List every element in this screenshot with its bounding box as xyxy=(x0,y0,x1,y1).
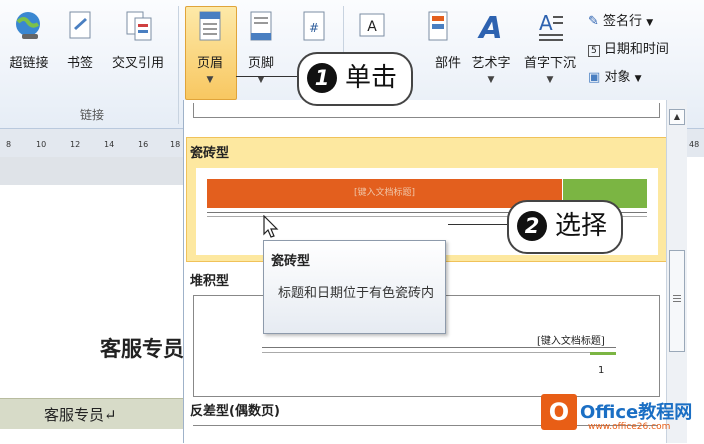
drop-cap-label: 首字下沉 xyxy=(523,56,576,71)
callout-step-1: 1 单击 xyxy=(297,52,414,106)
group-separator xyxy=(178,6,179,124)
ruler-tick: 10 xyxy=(36,140,47,149)
header-button[interactable]: 页眉 ▼ xyxy=(185,10,235,85)
stacked-rule xyxy=(262,347,616,348)
object-label: 对象 xyxy=(604,70,631,85)
text-box-icon: A xyxy=(359,13,385,37)
quick-parts-label: 部件 xyxy=(434,56,461,71)
page-number-button[interactable]: # xyxy=(298,10,330,46)
group-label-links: 链接 xyxy=(79,108,104,122)
ruler-tick: 16 xyxy=(138,140,149,149)
bookmark-label: 书签 xyxy=(66,56,93,71)
globe-link-icon xyxy=(16,12,40,39)
calendar-icon: 5 xyxy=(588,45,600,57)
hyperlink-label: 超链接 xyxy=(9,56,49,71)
document-heading: 客服专员 xyxy=(100,336,184,361)
wordart-icon: A xyxy=(477,11,502,46)
callout-leader xyxy=(448,224,508,225)
date-time-label: 日期和时间 xyxy=(603,42,669,57)
drop-cap-icon: A xyxy=(539,11,563,41)
tooltip-description: 标题和日期位于有色瓷砖内 xyxy=(278,286,435,301)
svg-text:A: A xyxy=(477,11,502,42)
chevron-down-icon: ▼ xyxy=(634,74,642,84)
svg-text:#: # xyxy=(309,21,319,35)
quick-parts-icon xyxy=(428,11,448,41)
gallery-section-contrast: 反差型(偶数页) xyxy=(190,404,280,419)
chevron-down-icon: ▼ xyxy=(487,75,495,85)
document-margin xyxy=(0,157,186,185)
step-number: 1 xyxy=(307,62,337,93)
chevron-down-icon: ▼ xyxy=(206,75,214,85)
svg-text:A: A xyxy=(539,11,553,35)
ruler-tick: 18 xyxy=(170,140,181,149)
page-number-icon: # xyxy=(303,11,325,41)
stacked-accent xyxy=(590,352,616,355)
scroll-thumb[interactable] xyxy=(669,250,685,352)
tile-title-bar: [键入文档标题] xyxy=(207,179,562,208)
tooltip-title: 瓷砖型 xyxy=(271,254,311,269)
cross-reference-button[interactable]: 交叉引用 xyxy=(106,10,170,71)
ruler-tick: 14 xyxy=(104,140,115,149)
watermark-url: www.office26.com xyxy=(588,422,671,432)
callout-step-2: 2 选择 xyxy=(507,200,624,254)
svg-text:A: A xyxy=(367,19,377,35)
horizontal-ruler: 8 10 12 14 16 18 xyxy=(0,129,186,158)
step-text: 单击 xyxy=(345,62,398,93)
stacked-title-placeholder: [键入文档标题] xyxy=(537,336,605,347)
watermark-brand: Office教程网 xyxy=(580,402,693,423)
previous-gallery-item[interactable] xyxy=(193,103,660,118)
wordart-label: 艺术字 xyxy=(471,56,511,71)
mouse-cursor-icon xyxy=(263,215,279,238)
gallery-section-stacked: 堆积型 xyxy=(190,274,230,289)
ruler-tick: 12 xyxy=(70,140,81,149)
object-button[interactable]: ▣ 对象 ▼ xyxy=(588,66,642,85)
object-icon: ▣ xyxy=(588,70,601,85)
ruler-tick: 48 xyxy=(689,140,700,149)
stacked-rule xyxy=(262,352,616,353)
chevron-down-icon: ▼ xyxy=(546,75,554,85)
wordart-button[interactable]: A 艺术字 ▼ xyxy=(466,10,516,85)
footer-label: 页脚 xyxy=(247,56,274,71)
bookmark-button[interactable]: 书签 xyxy=(62,10,98,71)
step-text: 选择 xyxy=(555,210,608,241)
step-number: 2 xyxy=(517,210,547,241)
quick-parts-button[interactable]: 部件 xyxy=(412,10,464,71)
horizontal-ruler-right: 48 xyxy=(686,129,704,157)
signature-line-label: 签名行 xyxy=(603,14,643,29)
text-box-button[interactable]: A xyxy=(352,10,392,46)
cross-reference-label: 交叉引用 xyxy=(111,56,164,71)
gallery-section-tile: 瓷砖型 xyxy=(190,146,230,161)
date-time-button[interactable]: 5 日期和时间 xyxy=(588,38,669,57)
scroll-up-arrow[interactable]: ▲ xyxy=(669,109,685,125)
header-label: 页眉 xyxy=(196,56,223,71)
document-footer-text: 客服专员↵ xyxy=(44,406,117,424)
signature-icon: ✎ xyxy=(588,14,599,29)
signature-line-button[interactable]: ✎ 签名行 ▼ xyxy=(588,10,653,29)
chevron-down-icon: ▼ xyxy=(646,18,654,28)
stacked-page-number: 1 xyxy=(598,365,605,376)
office-logo-icon: O xyxy=(541,394,577,430)
header-icon xyxy=(199,11,221,41)
cross-reference-icon xyxy=(126,11,152,41)
ruler-tick: 8 xyxy=(6,140,12,149)
gallery-scrollbar[interactable]: ▲ xyxy=(666,100,687,443)
hyperlink-button[interactable]: 超链接 xyxy=(6,10,52,71)
bookmark-icon xyxy=(69,11,91,39)
callout-leader xyxy=(236,76,298,77)
footer-button[interactable]: 页脚 ▼ xyxy=(240,10,282,85)
footer-icon xyxy=(250,11,272,41)
drop-cap-button[interactable]: A 首字下沉 ▼ xyxy=(518,10,582,85)
